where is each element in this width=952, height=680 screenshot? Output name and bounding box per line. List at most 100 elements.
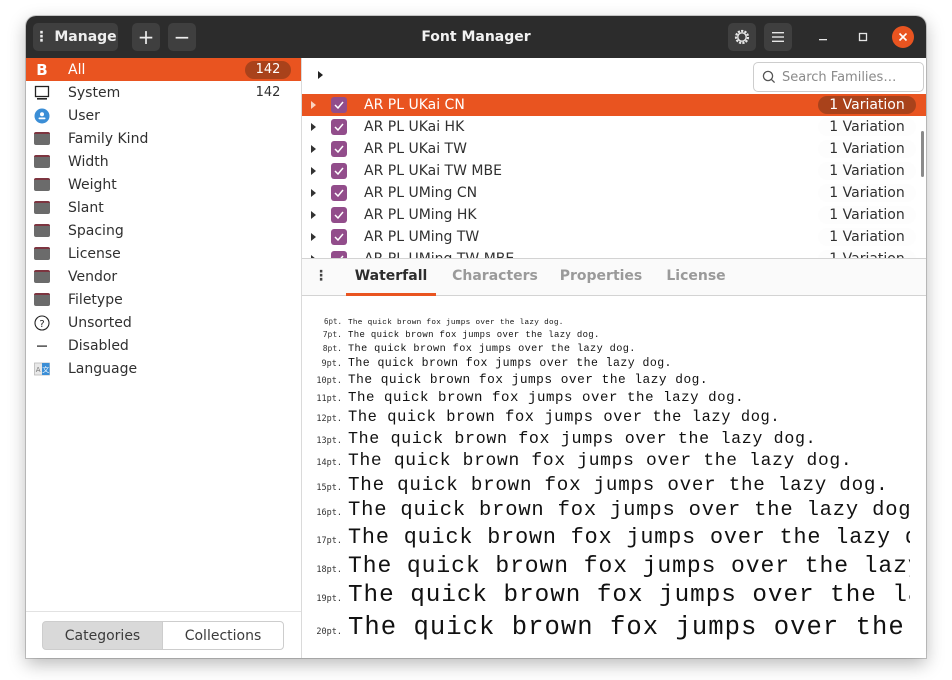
vertical-dots-icon: ⋮ (314, 268, 328, 284)
sidebar-item-width[interactable]: Width (26, 150, 301, 173)
maximize-button[interactable] (852, 26, 874, 48)
variation-count-badge: 1 Variation (818, 228, 916, 246)
preview-tab-bar: ⋮ Waterfall Characters Properties Licens… (302, 258, 926, 296)
font-row[interactable]: AR PL UKai HK 1 Variation (302, 116, 926, 138)
font-row[interactable]: AR PL UKai TW 1 Variation (302, 138, 926, 160)
sidebar-item-family-kind[interactable]: Family Kind (26, 127, 301, 150)
sidebar-item-weight[interactable]: Weight (26, 173, 301, 196)
font-row[interactable]: AR PL UKai CN 1 Variation (302, 94, 926, 116)
folder-icon (34, 269, 50, 285)
sidebar-item-label: Vendor (68, 268, 118, 285)
font-enabled-checkbox[interactable] (331, 163, 347, 179)
sidebar-item-spacing[interactable]: Spacing (26, 219, 301, 242)
waterfall-line: 18pt. The quick brown fox jumps over the … (302, 553, 910, 579)
waterfall-sample-text: The quick brown fox jumps over the lazy … (348, 582, 910, 609)
tab-characters[interactable]: Characters (448, 259, 542, 296)
waterfall-sample-text: The quick brown fox jumps over the lazy … (348, 499, 910, 522)
font-enabled-checkbox[interactable] (331, 185, 347, 201)
font-enabled-checkbox[interactable] (331, 229, 347, 245)
preview-options-button[interactable]: ⋮ (314, 268, 328, 286)
expand-row-icon[interactable] (310, 122, 318, 132)
sidebar-item-label: Disabled (68, 337, 129, 354)
search-families-input[interactable] (782, 69, 922, 85)
font-row[interactable]: AR PL UKai TW MBE 1 Variation (302, 160, 926, 182)
preferences-button[interactable] (728, 23, 756, 51)
waterfall-size-label: 8pt. (322, 344, 342, 353)
categories-toggle-button[interactable]: Categories (42, 621, 163, 650)
add-fonts-button[interactable]: + (132, 23, 160, 51)
gear-icon (734, 29, 750, 45)
sidebar-item-disabled[interactable]: Disabled (26, 334, 301, 357)
manage-menu-button[interactable]: ⋮ Manage (33, 23, 118, 51)
variation-count-badge: 1 Variation (818, 206, 916, 224)
close-icon (898, 32, 908, 42)
waterfall-preview: 6pt. The quick brown fox jumps over the l… (302, 297, 926, 658)
sidebar-item-label: Spacing (68, 222, 124, 239)
font-row[interactable]: AR PL UMing TW MBE 1 Variation (302, 248, 926, 258)
tab-license[interactable]: License (660, 259, 732, 296)
font-enabled-checkbox[interactable] (331, 251, 347, 258)
dash-icon (34, 338, 50, 354)
waterfall-size-label: 6pt. (323, 317, 342, 326)
waterfall-line: 12pt. The quick brown fox jumps over the … (302, 408, 910, 426)
minimize-button[interactable] (812, 26, 834, 48)
minus-icon: − (173, 25, 191, 49)
expand-row-icon[interactable] (310, 100, 318, 110)
expand-all-icon[interactable] (316, 68, 326, 82)
sidebar-item-label: Width (68, 153, 109, 170)
sidebar-item-label: Weight (68, 176, 117, 193)
sidebar-item-user[interactable]: User (26, 104, 301, 127)
remove-fonts-button[interactable]: − (168, 23, 196, 51)
sidebar-item-system[interactable]: System 142 (26, 81, 301, 104)
checkmark-icon (334, 189, 344, 197)
expand-row-icon[interactable] (310, 232, 318, 242)
sidebar-item-filetype[interactable]: Filetype (26, 288, 301, 311)
waterfall-line: 8pt. The quick brown fox jumps over the l… (302, 343, 910, 355)
checkmark-icon (334, 211, 344, 219)
font-list-scrollbar[interactable] (921, 131, 924, 177)
waterfall-line: 11pt. The quick brown fox jumps over the … (302, 390, 910, 406)
expand-row-icon[interactable] (310, 210, 318, 220)
folder-icon (34, 200, 50, 216)
variation-count-badge: 1 Variation (818, 184, 916, 202)
variation-count-badge: 1 Variation (818, 96, 916, 114)
font-enabled-checkbox[interactable] (331, 119, 347, 135)
waterfall-sample-text: The quick brown fox jumps over the lazy … (348, 390, 745, 406)
waterfall-size-label: 15pt. (316, 483, 342, 493)
sidebar-item-vendor[interactable]: Vendor (26, 265, 301, 288)
main-menu-button[interactable] (764, 23, 792, 51)
font-family-name: AR PL UKai CN (364, 97, 465, 113)
user-icon (34, 108, 50, 124)
waterfall-line: 20pt. The quick brown fox jumps over the … (302, 613, 910, 642)
sidebar-item-all[interactable]: B All 142 (26, 58, 301, 81)
expand-row-icon[interactable] (310, 188, 318, 198)
expand-row-icon[interactable] (310, 144, 318, 154)
close-button[interactable] (892, 26, 914, 48)
expand-row-icon[interactable] (310, 166, 318, 176)
collections-toggle-button[interactable]: Collections (162, 621, 284, 650)
checkmark-icon (334, 101, 344, 109)
hamburger-icon (772, 32, 784, 42)
sidebar-item-license[interactable]: License (26, 242, 301, 265)
font-row[interactable]: AR PL UMing TW 1 Variation (302, 226, 926, 248)
waterfall-size-label: 18pt. (316, 565, 342, 575)
variation-count-badge: 1 Variation (818, 162, 916, 180)
sidebar-item-unsorted[interactable]: ? Unsorted (26, 311, 301, 334)
font-row[interactable]: AR PL UMing CN 1 Variation (302, 182, 926, 204)
language-icon: A文 (34, 361, 50, 377)
font-enabled-checkbox[interactable] (331, 97, 347, 113)
sidebar-item-slant[interactable]: Slant (26, 196, 301, 219)
search-field[interactable] (753, 62, 924, 92)
variation-count-badge: 1 Variation (818, 140, 916, 158)
svg-text:?: ? (39, 319, 44, 330)
sidebar-item-label: Unsorted (68, 314, 132, 331)
font-enabled-checkbox[interactable] (331, 141, 347, 157)
tab-properties[interactable]: Properties (556, 259, 646, 296)
font-row[interactable]: AR PL UMing HK 1 Variation (302, 204, 926, 226)
waterfall-sample-text: The quick brown fox jumps over the lazy … (348, 408, 781, 426)
font-family-name: AR PL UMing TW (364, 229, 480, 245)
tab-waterfall[interactable]: Waterfall (346, 259, 436, 296)
font-enabled-checkbox[interactable] (331, 207, 347, 223)
sidebar-item-language[interactable]: A文 Language (26, 357, 301, 380)
font-family-name: AR PL UKai HK (364, 119, 465, 135)
